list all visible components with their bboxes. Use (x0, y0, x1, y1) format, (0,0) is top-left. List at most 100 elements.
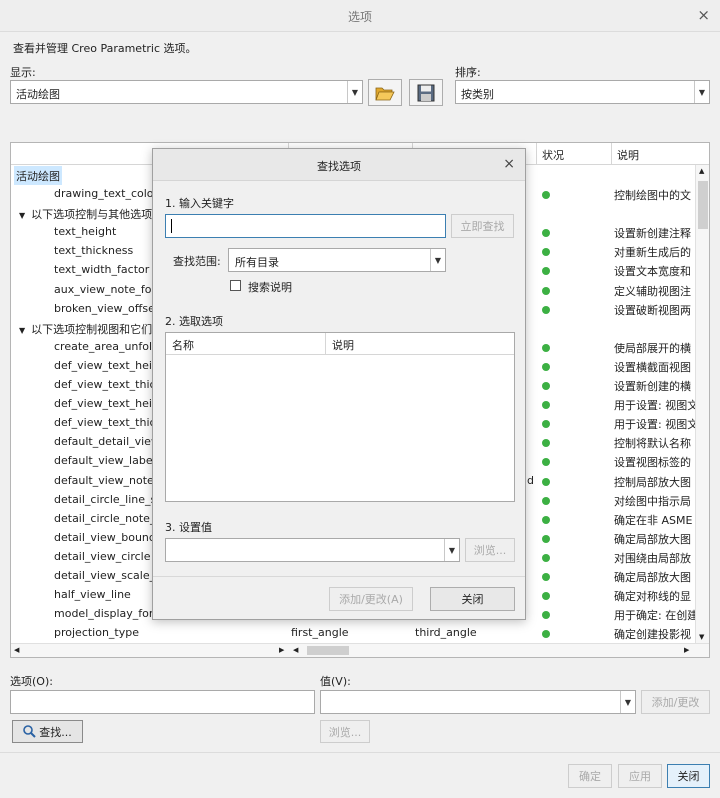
chevron-down-icon: ▼ (347, 81, 362, 103)
ok-button[interactable]: 确定 (568, 764, 612, 788)
tree-group[interactable]: ▼ 以下选项控制视图和它们 (19, 319, 152, 338)
set-value-select[interactable]: ▼ (165, 538, 460, 562)
scroll-right-icon[interactable]: ▶ (684, 646, 689, 654)
apply-button[interactable]: 应用 (618, 764, 662, 788)
display-value: 活动绘图 (16, 88, 60, 101)
collapse-icon[interactable]: ▼ (19, 211, 25, 220)
result-col-desc[interactable]: 说明 (326, 333, 514, 355)
option-name: def_view_text_thick (54, 416, 154, 430)
status-dot-icon (542, 382, 550, 390)
scroll-left-icon[interactable]: ◀ (14, 646, 19, 654)
status-dot-icon (542, 592, 550, 601)
scroll-up-icon[interactable]: ▲ (699, 167, 704, 175)
window-close-icon[interactable]: × (697, 6, 710, 24)
option-name: model_display_for (54, 607, 154, 621)
option-desc: 控制将默认名称 (614, 437, 691, 451)
chevron-down-icon: ▼ (620, 691, 635, 713)
option-name: def_view_text_heig (54, 358, 154, 372)
status-dot-icon (542, 553, 550, 562)
dialog-add-change-button[interactable]: 添加/更改(A) (329, 587, 413, 611)
status-dot-icon (542, 573, 550, 581)
find-button[interactable]: 查找... (12, 720, 83, 743)
result-col-name[interactable]: 名称 (166, 333, 326, 355)
col-header-desc-label: 说明 (617, 149, 639, 162)
status-dot-icon (542, 534, 550, 543)
option-desc: 设置横截面视图 (614, 360, 691, 374)
keyword-input[interactable] (165, 214, 446, 238)
scroll-left-icon[interactable]: ◀ (293, 646, 298, 654)
sort-select[interactable]: 按类别 ▼ (455, 80, 710, 104)
option-input[interactable] (10, 690, 315, 714)
dialog-close-icon[interactable]: × (503, 156, 515, 172)
tree-group[interactable]: ▼ 以下选项控制与其他选项 (19, 204, 152, 223)
dialog-browse-button[interactable]: 浏览... (465, 538, 515, 562)
collapse-icon[interactable]: ▼ (19, 326, 25, 335)
option-desc: 用于设置: 视图文 (614, 399, 696, 413)
save-button[interactable] (409, 79, 443, 106)
status-dot-icon (542, 267, 550, 276)
option-name: half_view_line (54, 588, 131, 602)
option-name: def_view_text_heig (54, 397, 154, 411)
option-desc: 确定在非 ASME (614, 513, 693, 527)
option-name: broken_view_offse (54, 301, 154, 315)
dialog-close-button[interactable]: 关闭 (430, 587, 515, 611)
table-row[interactable]: projection_type first_angle third_angle 确定创… (11, 624, 691, 643)
option-desc: 设置新创建注释 (614, 227, 691, 241)
option-desc: 对绘图中指示局 (614, 494, 691, 508)
find-button-label: 查找... (39, 725, 72, 739)
status-dot-icon (542, 286, 550, 295)
folder-open-icon (375, 87, 395, 100)
find-now-button[interactable]: 立即查找 (451, 214, 514, 238)
status-dot-icon (542, 477, 550, 486)
scroll-right-icon[interactable]: ▶ (279, 646, 284, 654)
scroll-down-icon[interactable]: ▼ (699, 633, 704, 641)
option-name: text_thickness (54, 244, 134, 258)
vertical-scroll-thumb[interactable] (698, 181, 708, 229)
search-desc-label: 搜索说明 (248, 281, 292, 294)
option-name: detail_view_bound (54, 530, 154, 544)
search-desc-checkbox[interactable] (230, 280, 241, 291)
chevron-down-icon: ▼ (444, 539, 459, 561)
step3-label: 3. 设置值 (165, 521, 212, 534)
option-desc: 确定对称线的显 (614, 590, 691, 604)
col-header-desc[interactable]: 说明 (612, 143, 709, 165)
option-name: aux_view_note_for (54, 282, 154, 296)
browse-button[interactable]: 浏览... (320, 720, 370, 743)
open-folder-button[interactable] (368, 79, 402, 106)
step2-label: 2. 选取选项 (165, 315, 223, 328)
step1-label: 1. 输入关键字 (165, 197, 234, 210)
dialog-divider (153, 576, 525, 577)
option-name: default_detail_view (54, 435, 154, 449)
status-dot-icon (542, 191, 550, 199)
table-horizontal-scrollbar[interactable]: ◀ ▶ ◀ ▶ (11, 643, 709, 657)
option-name: text_width_factor (54, 263, 150, 277)
option-desc: 设置文本宽度和 (614, 265, 691, 279)
option-desc: 设置破断视图两 (614, 303, 691, 317)
option-default: third_angle (415, 626, 477, 640)
status-dot-icon (542, 458, 550, 467)
horizontal-scroll-thumb[interactable] (307, 646, 349, 655)
close-button[interactable]: 关闭 (667, 764, 710, 788)
value-select[interactable]: ▼ (320, 690, 636, 714)
scope-label: 查找范围: (173, 255, 221, 268)
option-desc: 控制局部放大图 (614, 475, 691, 489)
option-name: def_view_text_thick (54, 378, 154, 391)
sort-value: 按类别 (461, 88, 494, 101)
table-vertical-scrollbar[interactable]: ▲ ▼ (695, 165, 709, 643)
status-dot-icon (542, 401, 550, 410)
status-dot-icon (542, 248, 550, 257)
option-desc: 对重新生成后的 (614, 246, 691, 260)
scope-select[interactable]: 所有目录 ▼ (228, 248, 446, 272)
option-name: detail_circle_line_s (54, 492, 154, 506)
chevron-down-icon: ▼ (694, 81, 709, 103)
col-header-status[interactable]: 状况 (537, 143, 612, 165)
intro-text: 查看并管理 Creo Parametric 选项。 (13, 42, 197, 55)
option-name: text_height (54, 225, 117, 239)
status-dot-icon (542, 305, 550, 314)
option-name: detail_view_scale_f (54, 569, 154, 582)
tree-root[interactable]: 活动绘图 (14, 166, 62, 185)
options-result-list[interactable]: 名称 说明 (165, 332, 515, 502)
add-change-button[interactable]: 添加/更改 (641, 690, 710, 714)
display-select[interactable]: 活动绘图 ▼ (10, 80, 363, 104)
option-name: detail_circle_note_ (54, 511, 154, 525)
